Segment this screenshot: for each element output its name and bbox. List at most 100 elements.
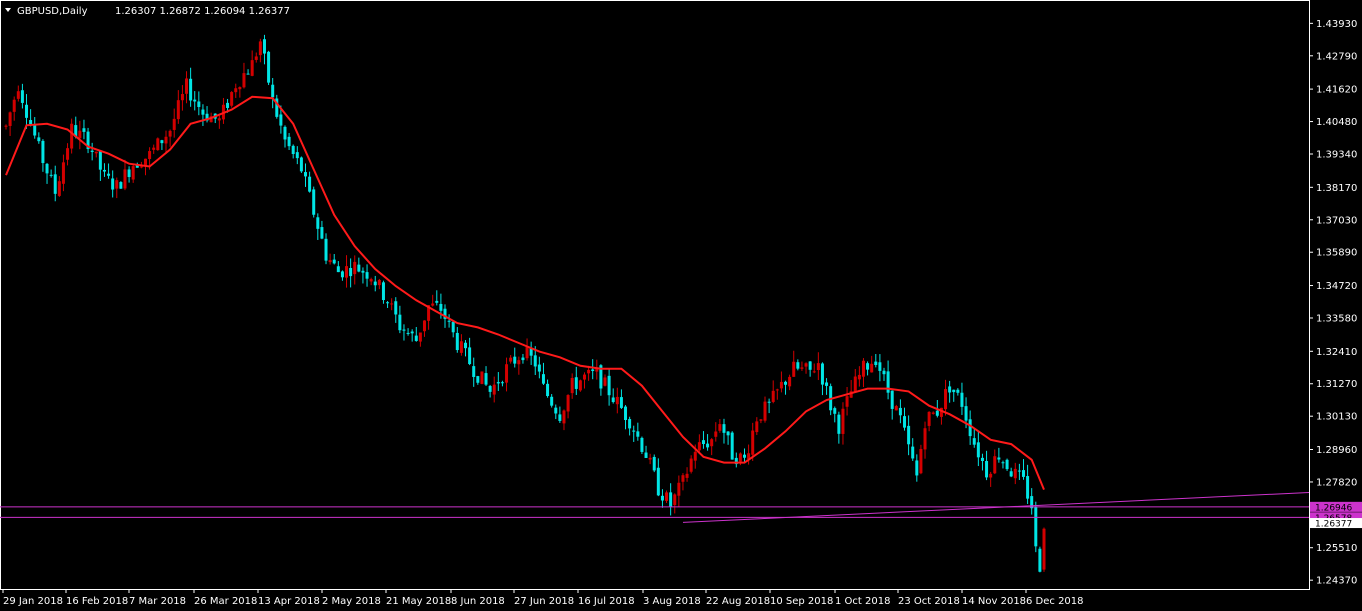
candle-body (123, 169, 127, 189)
candle-body (160, 140, 164, 144)
y-tick-label: 1.31270 (1316, 379, 1357, 390)
candle-body (804, 363, 808, 367)
chart-header[interactable]: GBPUSD,Daily 1.26307 1.26872 1.26094 1.2… (5, 6, 290, 17)
candle-body (796, 362, 800, 369)
candle-body (390, 303, 394, 305)
candle-body (115, 180, 119, 189)
candle-body (989, 473, 993, 478)
x-tick-label: 1 Oct 2018 (835, 596, 890, 607)
candle-body (4, 125, 8, 127)
candle-body (49, 174, 53, 176)
x-tick-label: 16 Feb 2018 (66, 596, 128, 607)
candle-body (660, 495, 664, 501)
price-badge-label: 1.26946 (1315, 503, 1352, 513)
candle-body (168, 130, 172, 137)
candle-body (537, 364, 541, 372)
y-tick-label: 1.27820 (1316, 477, 1357, 488)
candle-body (172, 118, 176, 130)
candle-body (464, 342, 468, 349)
candle-body (730, 432, 734, 460)
x-tick-label: 6 Dec 2018 (1026, 596, 1084, 607)
candle-body (12, 99, 16, 112)
y-tick-label: 1.24370 (1316, 576, 1357, 587)
candle-body (180, 94, 184, 101)
candle-body (357, 264, 361, 272)
candle-body (742, 454, 746, 458)
candle-body (935, 410, 939, 416)
candle-body (480, 371, 484, 384)
ohlc-readout: 1.26307 1.26872 1.26094 1.26377 (115, 6, 290, 17)
candle-body (8, 112, 12, 126)
candle-body (710, 439, 714, 447)
candle-body (102, 169, 106, 172)
candle-body (291, 145, 295, 155)
candle-body (488, 386, 492, 392)
x-tick-label: 14 Nov 2018 (962, 596, 1026, 607)
candle-body (521, 357, 525, 361)
candle-body (111, 178, 115, 190)
candle-body (911, 446, 915, 459)
gbpusd-daily-chart[interactable]: 1.43930 1.42790 1.41620 1.40480 1.39340 1.381… (0, 0, 1362, 611)
candle-body (800, 367, 804, 369)
candle-body (751, 430, 755, 455)
candle-body (406, 332, 410, 334)
candle-body (939, 407, 943, 417)
candle-body (665, 492, 669, 501)
candle-body (148, 151, 152, 160)
candle-body (976, 442, 980, 458)
candle-body (759, 419, 763, 421)
candle-body (652, 456, 656, 471)
y-tick-label: 1.32410 (1316, 347, 1357, 358)
candle-body (369, 279, 373, 282)
candle-body (874, 361, 878, 366)
candle-body (619, 397, 623, 408)
candle-body (447, 320, 451, 322)
candle-body (328, 260, 332, 263)
candle-body (61, 162, 65, 184)
candle-body (837, 414, 841, 434)
candle-body (775, 389, 779, 391)
symbol-label: GBPUSD,Daily (17, 6, 88, 17)
candle-body (1042, 528, 1046, 570)
candle-body (611, 397, 615, 403)
candle-body (53, 174, 57, 194)
y-tick-label: 1.35890 (1316, 248, 1357, 259)
candle-body (492, 384, 496, 395)
y-tick-label: 1.39340 (1316, 150, 1357, 161)
candle-body (603, 377, 607, 386)
candle-body (373, 281, 377, 286)
candle-body (857, 374, 861, 380)
candle-body (697, 442, 701, 451)
candle-body (558, 414, 562, 421)
candle-body (1026, 476, 1030, 499)
candle-body (574, 377, 578, 389)
candle-body (685, 473, 689, 478)
candle-body (98, 151, 102, 170)
candle-body (139, 166, 143, 168)
candle-body (238, 87, 242, 90)
candle-body (701, 440, 705, 445)
candle-body (853, 376, 857, 392)
candle-body (677, 482, 681, 496)
candle-body (455, 332, 459, 351)
candle-body (164, 136, 168, 144)
candle-body (722, 424, 726, 433)
candle-body (312, 189, 316, 215)
candle-body (418, 332, 422, 342)
candle-body (386, 302, 390, 304)
x-tick-label: 3 Aug 2018 (643, 596, 701, 607)
x-tick-label: 2 May 2018 (322, 596, 381, 607)
candle-body (587, 369, 591, 374)
candle-body (968, 419, 972, 437)
candle-body (33, 124, 37, 136)
candle-body (964, 406, 968, 421)
candle-body (615, 396, 619, 405)
candle-body (422, 320, 426, 332)
candle-body (591, 369, 595, 371)
x-tick-label: 21 May 2018 (386, 596, 451, 607)
candle-body (927, 411, 931, 426)
x-tick-label: 27 Jun 2018 (514, 596, 574, 607)
candle-body (70, 123, 74, 149)
candle-body (156, 138, 160, 151)
candle-body (898, 407, 902, 416)
